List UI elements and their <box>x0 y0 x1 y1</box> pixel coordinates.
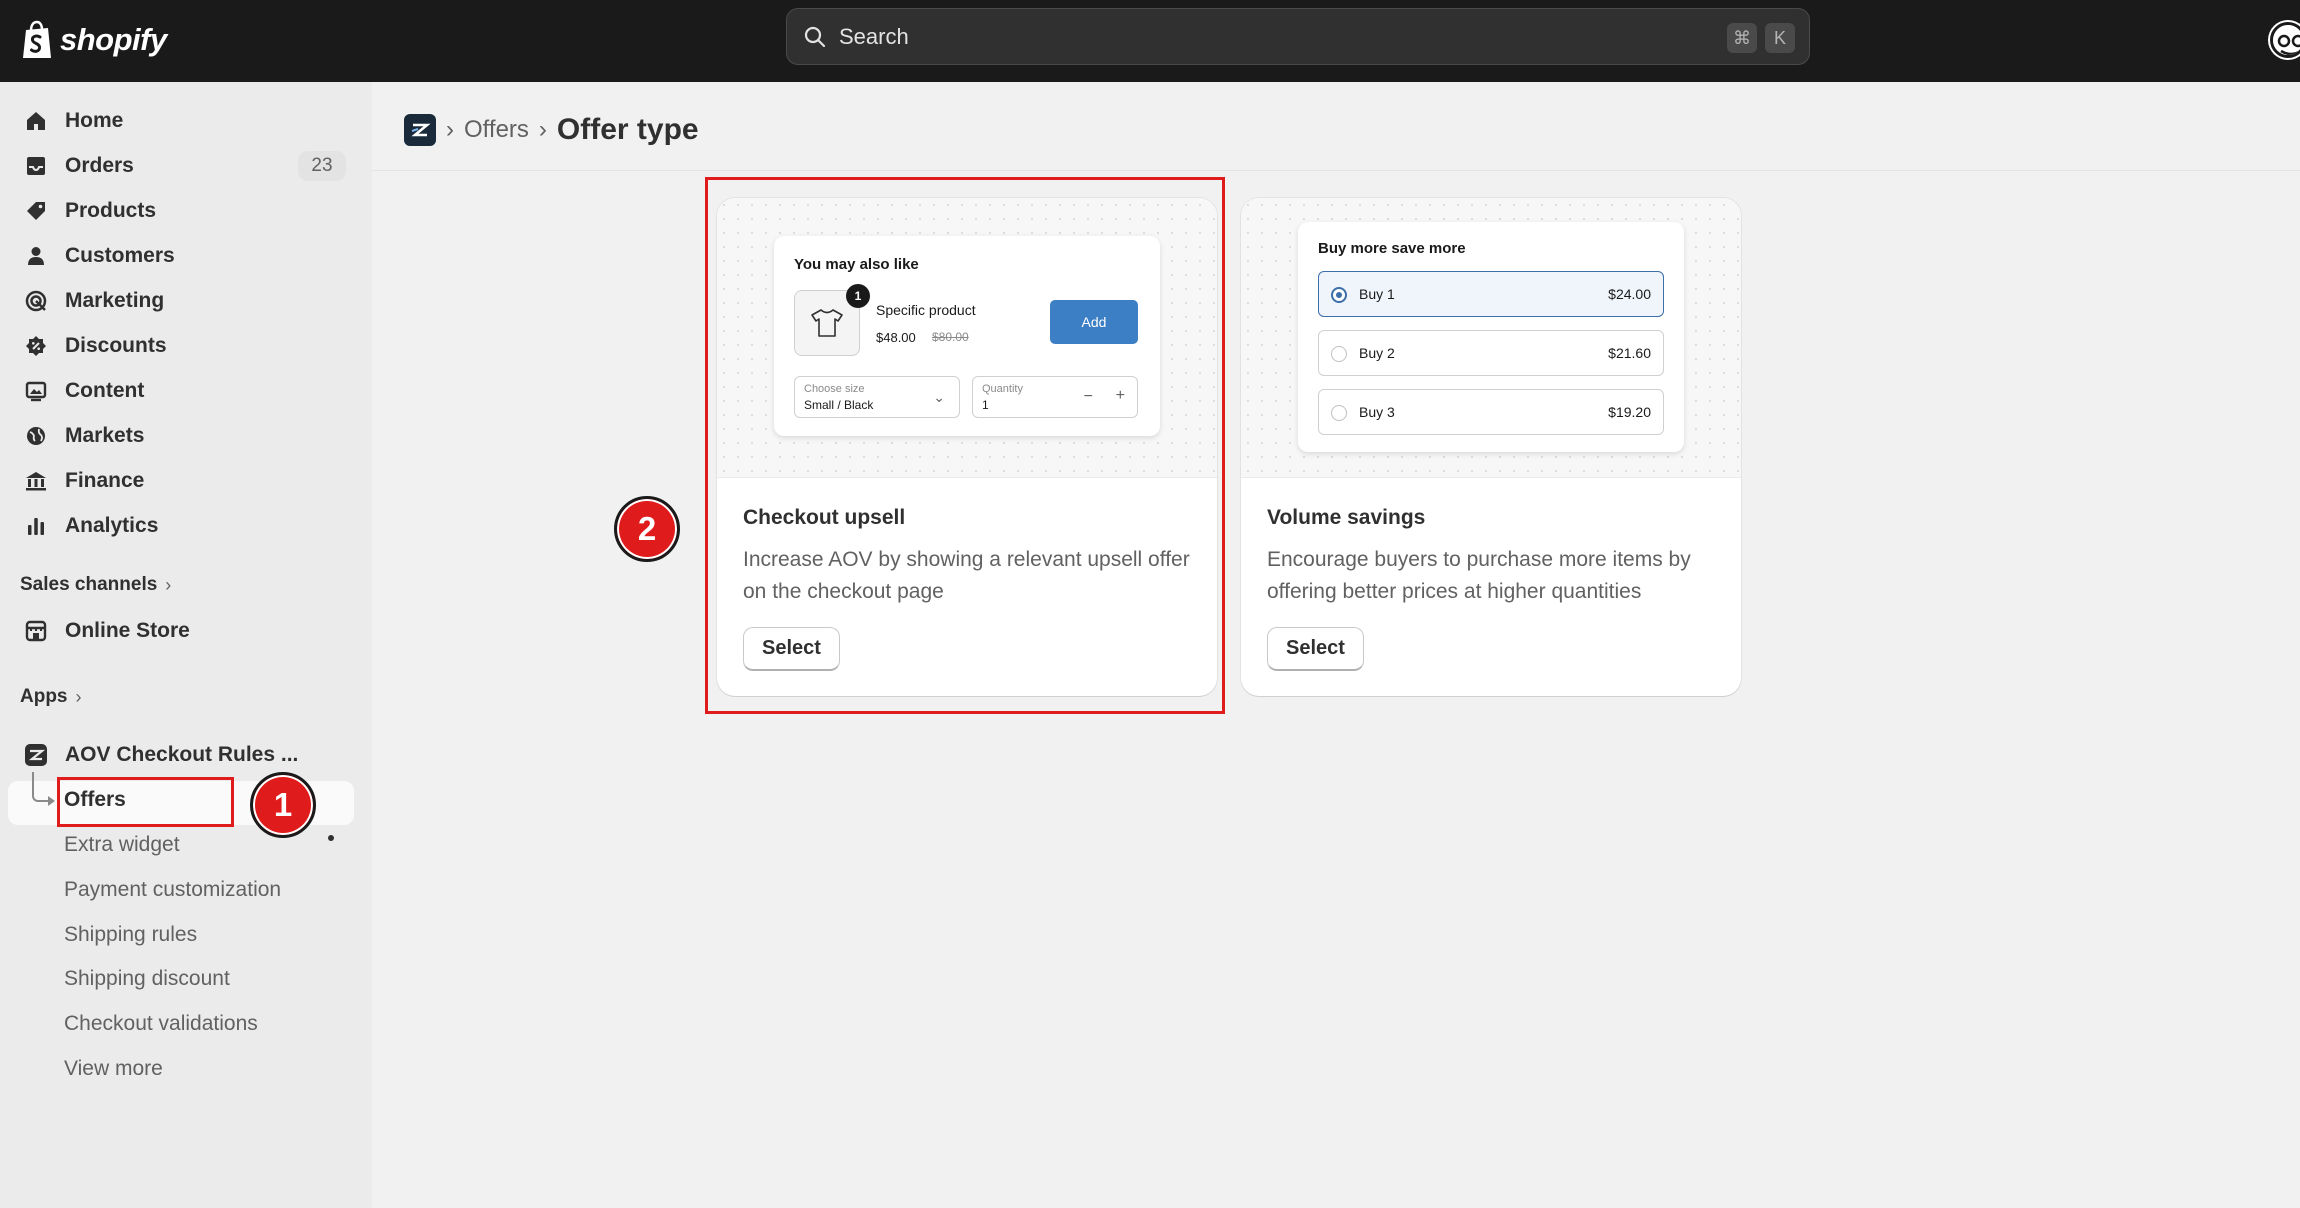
app-status-dot <box>328 835 334 841</box>
volume-preview: Buy more save more Buy 1 $24.00 Buy 2 $2… <box>1241 198 1741 478</box>
breadcrumb: › Offers › Offer type <box>404 108 699 152</box>
sidebar-item-label: Customers <box>65 244 175 267</box>
sidebar-item-label: Analytics <box>65 514 159 537</box>
top-bar: shopify Search ⌘ K <box>0 0 2300 82</box>
sidebar-subitem-shipping-discount[interactable]: Shipping discount <box>64 967 230 991</box>
sidebar-item-products[interactable]: Products <box>8 190 354 232</box>
highlight-box-checkout-upsell <box>705 177 1225 714</box>
sidebar-subitem-view-more[interactable]: View more <box>64 1057 163 1081</box>
option-label: Buy 3 <box>1359 404 1395 420</box>
shortcut-cmd-key: ⌘ <box>1727 23 1757 53</box>
tag-icon <box>24 199 48 223</box>
apps-label: Apps <box>20 686 68 707</box>
breadcrumb-offers-link[interactable]: Offers <box>464 116 529 144</box>
select-volume-savings-button[interactable]: Select <box>1267 627 1364 671</box>
search-bar[interactable]: Search ⌘ K <box>786 8 1810 65</box>
sidebar-item-markets[interactable]: Markets <box>8 415 354 457</box>
discount-icon <box>24 334 48 358</box>
header-divider <box>372 170 2300 171</box>
sidebar-item-orders[interactable]: Orders 23 <box>8 145 354 187</box>
sales-channels-label: Sales channels <box>20 574 158 595</box>
chart-icon <box>24 514 48 538</box>
chevron-right-icon: › <box>75 686 82 707</box>
option-price: $21.60 <box>1608 345 1651 361</box>
person-icon <box>24 244 48 268</box>
sidebar: Home Orders 23 Products Customers Market… <box>0 82 372 1208</box>
sidebar-subitem-extra-widget[interactable]: Extra widget <box>64 833 180 857</box>
sidebar-item-discounts[interactable]: Discounts <box>8 325 354 367</box>
sidebar-item-home[interactable]: Home <box>8 100 354 142</box>
chevron-right-icon: › <box>165 574 172 595</box>
apps-header[interactable]: Apps › <box>20 686 82 708</box>
search-placeholder: Search <box>839 23 909 49</box>
sidebar-item-marketing[interactable]: Marketing <box>8 280 354 322</box>
bank-icon <box>24 469 48 493</box>
sidebar-item-content[interactable]: Content <box>8 370 354 412</box>
sidebar-item-label: Products <box>65 199 157 222</box>
sales-channels-header[interactable]: Sales channels › <box>20 574 171 596</box>
avatar[interactable] <box>2270 22 2300 58</box>
page-title: Offer type <box>556 113 699 146</box>
target-icon <box>24 289 48 313</box>
tree-connector-arrow <box>48 796 55 806</box>
sidebar-subitem-payment-customization[interactable]: Payment customization <box>64 878 281 902</box>
volume-option: Buy 3 $19.20 <box>1318 389 1664 435</box>
logo-text: shopify <box>60 22 167 57</box>
sidebar-item-label: Home <box>65 109 124 132</box>
option-label: Buy 2 <box>1359 345 1395 361</box>
sidebar-subitem-checkout-validations[interactable]: Checkout validations <box>64 1012 258 1036</box>
sidebar-item-label: Marketing <box>65 289 165 312</box>
highlight-box-offers <box>57 777 234 827</box>
volume-widget-mock: Buy more save more Buy 1 $24.00 Buy 2 $2… <box>1298 222 1684 452</box>
search-icon <box>804 26 826 47</box>
breadcrumb-separator: › <box>446 116 454 143</box>
sidebar-item-label: Online Store <box>65 619 190 642</box>
image-icon <box>24 379 48 403</box>
shopify-bag-icon <box>23 20 51 58</box>
sidebar-item-finance[interactable]: Finance <box>8 460 354 502</box>
sidebar-item-online-store[interactable]: Online Store <box>8 610 354 652</box>
app-logo-icon <box>411 123 431 137</box>
shortcut-k-key: K <box>1765 23 1795 53</box>
sidebar-item-label: Finance <box>65 469 145 492</box>
globe-icon <box>24 424 48 448</box>
option-label: Buy 1 <box>1359 286 1395 302</box>
sidebar-item-customers[interactable]: Customers <box>8 235 354 277</box>
step-marker-2: 2 <box>614 496 680 562</box>
breadcrumb-separator: › <box>538 116 547 143</box>
option-price: $19.20 <box>1608 404 1651 420</box>
home-icon <box>24 109 48 133</box>
radio-icon <box>1331 346 1347 362</box>
app-logo[interactable] <box>404 114 436 146</box>
store-icon <box>24 619 48 643</box>
sidebar-item-label: Discounts <box>65 334 167 357</box>
volume-option: Buy 1 $24.00 <box>1318 271 1664 317</box>
card-description: Encourage buyers to purchase more items … <box>1267 548 1691 603</box>
radio-selected-icon <box>1331 287 1347 303</box>
shopify-logo[interactable]: shopify <box>20 16 167 64</box>
offer-card-volume-savings[interactable]: Buy more save more Buy 1 $24.00 Buy 2 $2… <box>1241 198 1741 696</box>
step-marker-1: 1 <box>250 772 316 838</box>
card-title: Volume savings <box>1267 506 1426 529</box>
sidebar-item-aov-app[interactable]: AOV Checkout Rules ... <box>8 734 354 776</box>
sidebar-item-label: Content <box>65 379 145 402</box>
volume-heading: Buy more save more <box>1318 240 1466 257</box>
sidebar-item-label: AOV Checkout Rules ... <box>65 743 299 766</box>
sidebar-subitem-shipping-rules[interactable]: Shipping rules <box>64 923 197 947</box>
sidebar-item-label: Orders <box>65 154 134 177</box>
app-logo-icon <box>24 743 48 767</box>
inbox-icon <box>24 154 48 178</box>
option-price: $24.00 <box>1608 286 1651 302</box>
user-avatar-icon <box>2273 25 2300 55</box>
volume-option: Buy 2 $21.60 <box>1318 330 1664 376</box>
radio-icon <box>1331 405 1347 421</box>
sidebar-item-analytics[interactable]: Analytics <box>8 505 354 547</box>
orders-count-badge: 23 <box>298 151 346 181</box>
sidebar-item-label: Markets <box>65 424 145 447</box>
